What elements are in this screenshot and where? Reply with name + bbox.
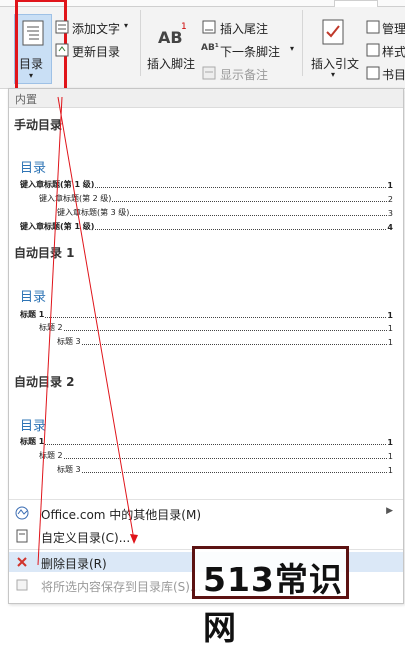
manage-sources-button[interactable]: 管理 xyxy=(382,20,405,37)
insert-endnote-button[interactable]: 插入尾注 xyxy=(220,20,268,37)
manage-sources-icon xyxy=(366,20,380,34)
watermark: 513常识网 xyxy=(192,546,349,647)
toc-gallery-panel: 内置 手动目录 目录 键入章标题(第 1 级) 1 键入章标题(第 2 级) 2 键… xyxy=(8,88,404,604)
update-toc-button[interactable]: 更新目录 xyxy=(72,43,120,60)
divider xyxy=(9,499,403,500)
footnote-icon: AB xyxy=(158,28,183,47)
citation-icon xyxy=(322,19,344,45)
toc-line: 标题 11 xyxy=(20,437,393,447)
remove-toc-label: 删除目录(R) xyxy=(41,557,107,571)
chevron-down-icon[interactable]: ▾ xyxy=(290,44,294,53)
style-button[interactable]: 样式 xyxy=(382,43,405,60)
show-notes-button: 显示备注 xyxy=(220,68,269,82)
save-gallery-icon xyxy=(16,579,28,591)
builtin-label: 内置 xyxy=(15,93,37,106)
watermark-text: 513常识网 xyxy=(203,560,343,647)
more-toc-label: Office.com 中的其他目录(M) xyxy=(41,508,202,522)
auto-toc-1-title: 自动目录 1 xyxy=(14,246,75,260)
chevron-right-icon: ▶ xyxy=(386,506,393,516)
more-toc-from-office-item[interactable]: Office.com 中的其他目录(M) ▶ xyxy=(9,503,403,523)
toc-line: 键入章标题(第 3 级) 3 xyxy=(57,208,393,218)
bibliography-button[interactable]: 书目 xyxy=(382,66,405,83)
custom-toc-label: 自定义目录(C)... xyxy=(41,531,131,545)
custom-toc-item[interactable]: 自定义目录(C)... xyxy=(9,526,403,546)
delete-icon xyxy=(17,557,27,567)
toc-line: 标题 11 xyxy=(20,310,393,320)
toc-line: 标题 31 xyxy=(57,465,393,475)
toc-line: 标题 31 xyxy=(57,337,393,347)
toc-heading: 目录 xyxy=(20,161,47,176)
show-notes-icon xyxy=(202,66,216,80)
toc-heading: 目录 xyxy=(20,290,47,305)
manual-toc-title: 手动目录 xyxy=(14,118,63,132)
save-to-gallery-label: 将所选内容保存到目录库(S)... xyxy=(41,580,202,594)
separator xyxy=(302,10,303,76)
toc-line: 键入章标题(第 1 级) 1 xyxy=(20,180,393,190)
ribbon: 目录 ▾ 添加文字 ▾ 更新目录 AB 1 插入脚注 插入尾注 AB¹ 下一条脚… xyxy=(0,0,405,98)
toc-line: 标题 21 xyxy=(39,323,393,333)
tab-references[interactable] xyxy=(334,0,378,7)
chevron-down-icon[interactable]: ▾ xyxy=(124,21,128,30)
toc-line: 键入章标题(第 2 级) 2 xyxy=(39,194,393,204)
next-footnote-icon: AB¹ xyxy=(201,43,219,53)
endnote-icon xyxy=(202,20,216,34)
custom-toc-icon xyxy=(16,529,28,543)
gallery-header: 内置 xyxy=(9,89,403,108)
insert-footnote-button[interactable]: 插入脚注 xyxy=(147,55,195,72)
update-icon xyxy=(55,43,69,57)
footnote-superscript: 1 xyxy=(181,22,187,32)
next-footnote-button[interactable]: 下一条脚注 xyxy=(220,43,280,60)
toc-heading: 目录 xyxy=(20,419,47,434)
auto-toc-2-title: 自动目录 2 xyxy=(14,375,75,389)
add-text-icon xyxy=(55,20,69,34)
bibliography-icon xyxy=(366,66,380,80)
style-icon xyxy=(366,43,380,57)
add-text-button[interactable]: 添加文字 xyxy=(72,20,120,37)
chevron-down-icon[interactable]: ▾ xyxy=(331,70,335,79)
toc-line: 键入章标题(第 1 级) 4 xyxy=(20,222,393,232)
toc-line: 标题 21 xyxy=(39,451,393,461)
office-icon xyxy=(15,506,29,520)
separator xyxy=(140,10,141,76)
